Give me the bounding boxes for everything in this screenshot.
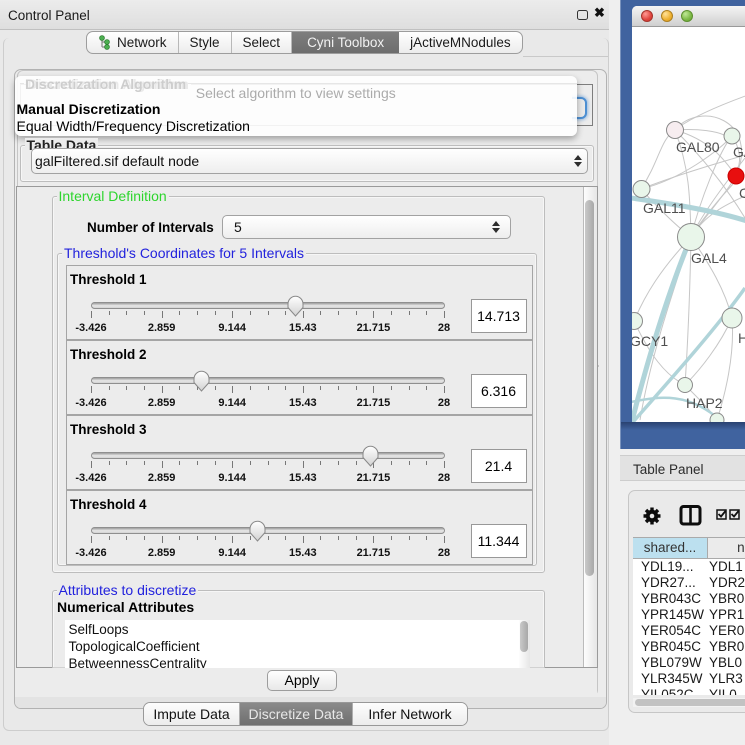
svg-text:GAL11: GAL11 <box>643 200 686 216</box>
svg-text:GAL80: GAL80 <box>676 139 720 155</box>
svg-text:HAP2: HAP2 <box>686 395 723 411</box>
svg-text:GAL4: GAL4 <box>691 250 727 266</box>
svg-text:CY: CY <box>739 185 745 201</box>
svg-text:GA: GA <box>733 144 745 160</box>
svg-text:H: H <box>738 330 745 346</box>
svg-text:GCY1: GCY1 <box>632 333 668 349</box>
